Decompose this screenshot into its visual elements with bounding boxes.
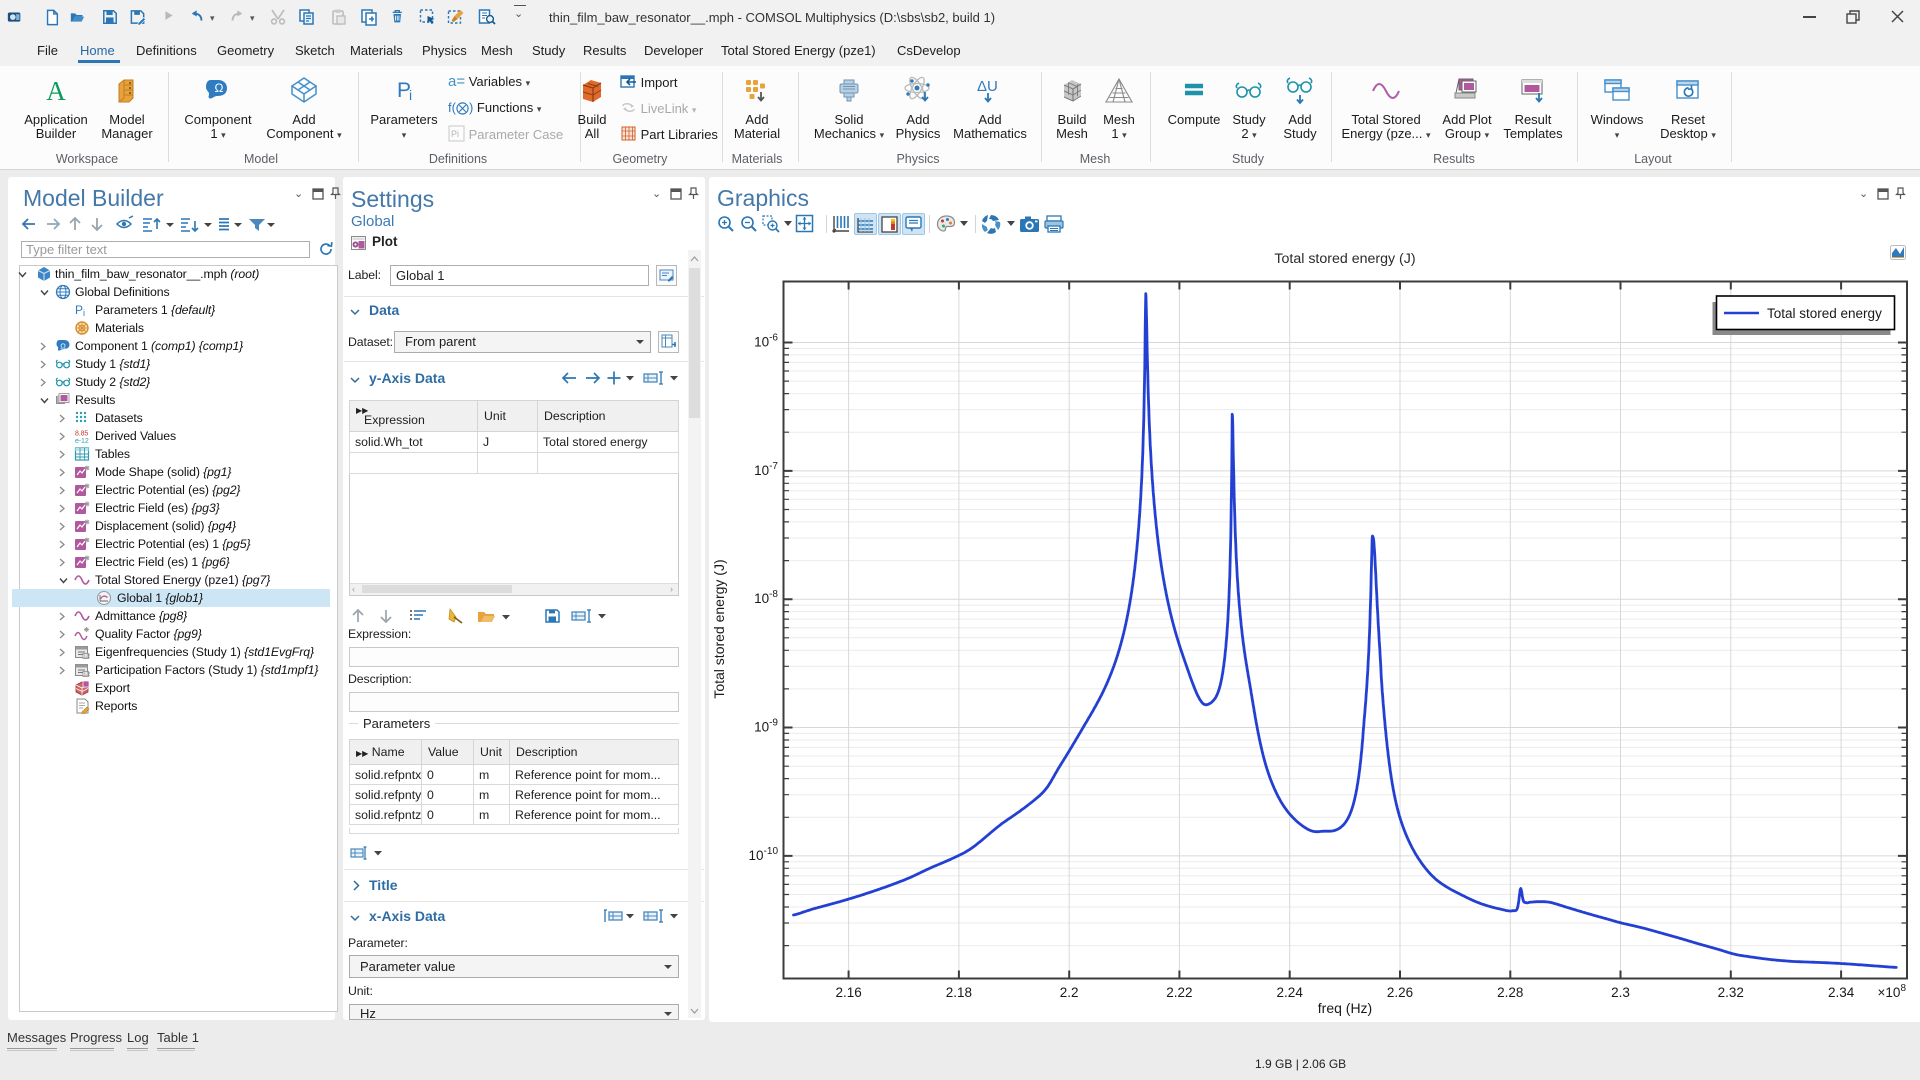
svg-text:Total stored energy: Total stored energy: [1767, 306, 1882, 321]
svg-text:10-8: 10-8: [754, 589, 778, 606]
svg-text:×108: ×108: [1878, 983, 1907, 1000]
svg-text:Ω: Ω: [215, 81, 224, 95]
svg-text:2.22: 2.22: [1166, 985, 1192, 1000]
svg-text:2.24: 2.24: [1277, 985, 1304, 1000]
svg-text:A: A: [46, 76, 66, 106]
svg-text:10-7: 10-7: [754, 461, 778, 478]
svg-text:Pi: Pi: [451, 129, 459, 139]
svg-text:2.18: 2.18: [946, 985, 972, 1000]
svg-text:2.16: 2.16: [835, 985, 861, 1000]
svg-text:i: i: [83, 308, 85, 318]
svg-text:2.28: 2.28: [1497, 985, 1523, 1000]
svg-text:2.2: 2.2: [1060, 985, 1079, 1000]
svg-text:2.32: 2.32: [1718, 985, 1744, 1000]
svg-text:10-10: 10-10: [749, 846, 779, 863]
svg-text:e-12: e-12: [75, 438, 89, 444]
svg-text:2.34: 2.34: [1828, 985, 1855, 1000]
svg-text:10-9: 10-9: [754, 718, 778, 735]
svg-text:10-6: 10-6: [754, 333, 778, 350]
svg-text:Ω: Ω: [60, 342, 66, 351]
svg-text:2.26: 2.26: [1387, 985, 1413, 1000]
svg-text:Total stored energy (J): Total stored energy (J): [711, 559, 727, 698]
svg-text:123: 123: [84, 654, 90, 659]
svg-text:P: P: [75, 303, 83, 317]
svg-text:i: i: [409, 87, 412, 103]
svg-text:8.85: 8.85: [75, 431, 88, 438]
svg-text:Total stored energy (J): Total stored energy (J): [1274, 251, 1415, 267]
svg-text:ΔU: ΔU: [977, 78, 998, 95]
svg-text:123: 123: [84, 672, 90, 677]
svg-text:freq (Hz): freq (Hz): [1318, 1000, 1372, 1016]
svg-text:2.3: 2.3: [1611, 985, 1630, 1000]
